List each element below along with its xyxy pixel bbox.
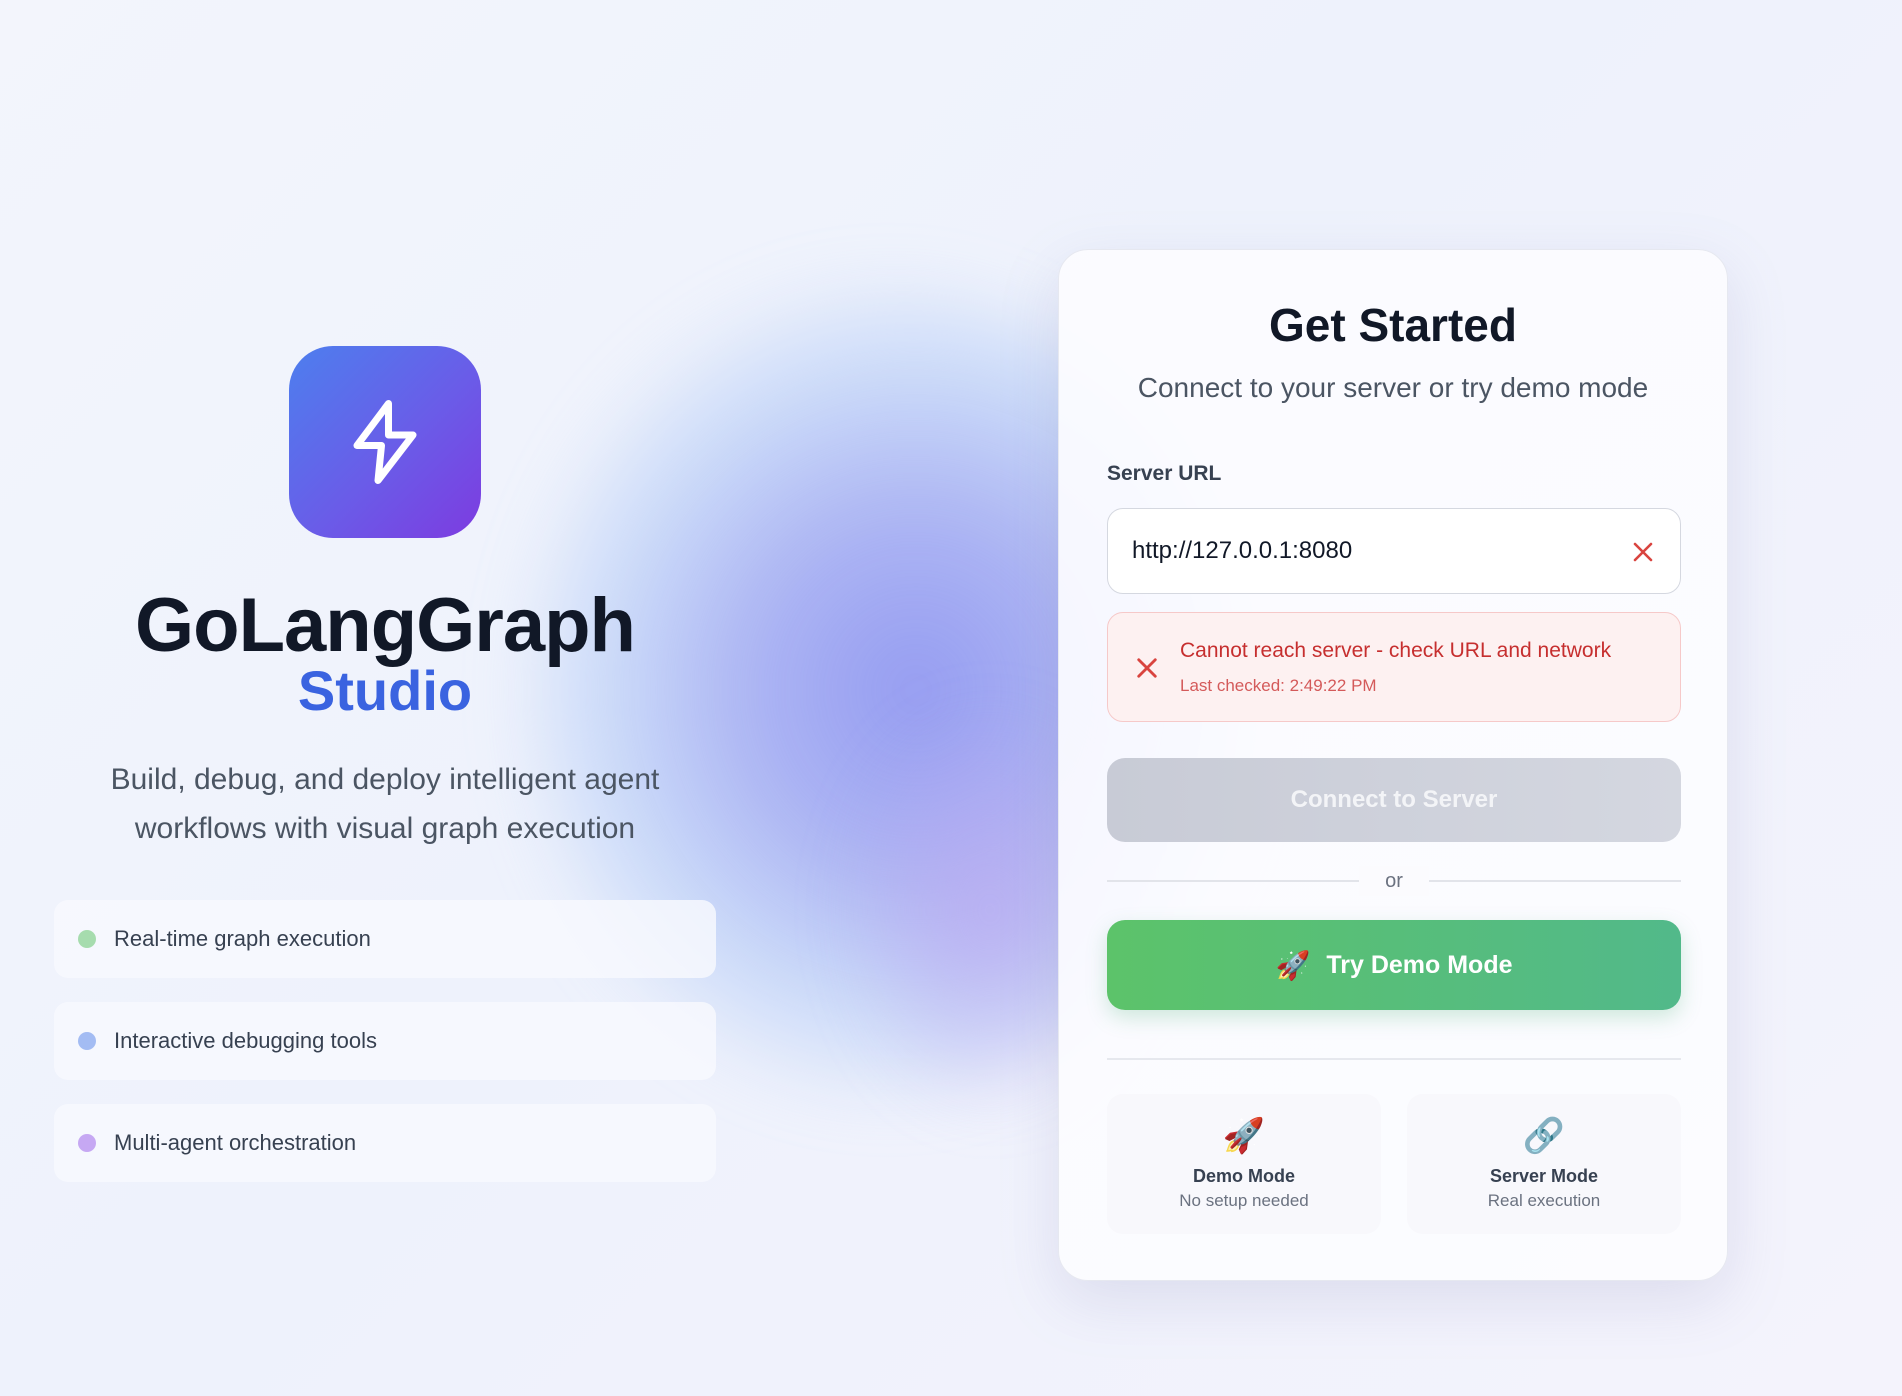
server-url-input[interactable] (1108, 509, 1680, 593)
try-demo-label: Try Demo Mode (1326, 950, 1513, 979)
feature-dot (78, 1032, 96, 1050)
try-demo-button[interactable]: 🚀 Try Demo Mode (1107, 920, 1681, 1010)
section-separator (1107, 1058, 1681, 1060)
mode-title: Server Mode (1489, 1166, 1599, 1186)
mode-card-server: 🔗 Server Mode Real execution (1407, 1094, 1681, 1234)
mode-description: No setup needed (1179, 1191, 1309, 1210)
hero-panel: GoLangGraph Studio Build, debug, and dep… (0, 0, 770, 1396)
card-title: Get Started (1269, 299, 1517, 351)
error-timestamp: Last checked: 2:49:22 PM (1180, 676, 1377, 695)
mode-description: Real execution (1487, 1191, 1601, 1210)
error-icon (1137, 658, 1157, 678)
server-url-label: Server URL (1107, 462, 1222, 485)
lightning-bolt-icon (353, 400, 417, 484)
app-title: GoLangGraph (135, 583, 636, 668)
feature-item: Real-time graph execution (54, 900, 716, 978)
feature-item: Interactive debugging tools (54, 1002, 716, 1080)
feature-label: Multi-agent orchestration (114, 1130, 357, 1155)
get-started-card: Get Started Connect to your server or tr… (1058, 249, 1728, 1281)
mode-card-demo: 🚀 Demo Mode No setup needed (1107, 1094, 1381, 1234)
connection-error-alert: Cannot reach server - check URL and netw… (1107, 612, 1681, 722)
link-icon: 🔗 (1522, 1117, 1566, 1155)
tagline-line-2: workflows with visual graph execution (134, 812, 636, 845)
error-message: Cannot reach server - check URL and netw… (1180, 639, 1612, 662)
tagline: Build, debug, and deploy intelligent age… (60, 755, 710, 853)
app-logo (289, 346, 481, 538)
app-subtitle: Studio (297, 659, 473, 722)
server-url-field (1107, 508, 1681, 594)
connect-server-button[interactable]: Connect to Server (1107, 758, 1681, 842)
divider-or-text: or (1359, 866, 1429, 896)
feature-label: Interactive debugging tools (114, 1028, 377, 1053)
feature-item: Multi-agent orchestration (54, 1104, 716, 1182)
feature-dot (78, 930, 96, 948)
rocket-icon: 🚀 (1222, 1117, 1266, 1155)
card-subtitle: Connect to your server or try demo mode (1137, 372, 1649, 403)
feature-dot (78, 1134, 96, 1152)
rocket-icon: 🚀 (1275, 949, 1311, 981)
clear-url-button[interactable] (1626, 535, 1660, 569)
mode-title: Demo Mode (1192, 1166, 1295, 1186)
close-icon (1633, 542, 1653, 562)
tagline-line-1: Build, debug, and deploy intelligent age… (110, 763, 660, 796)
feature-label: Real-time graph execution (114, 926, 371, 951)
